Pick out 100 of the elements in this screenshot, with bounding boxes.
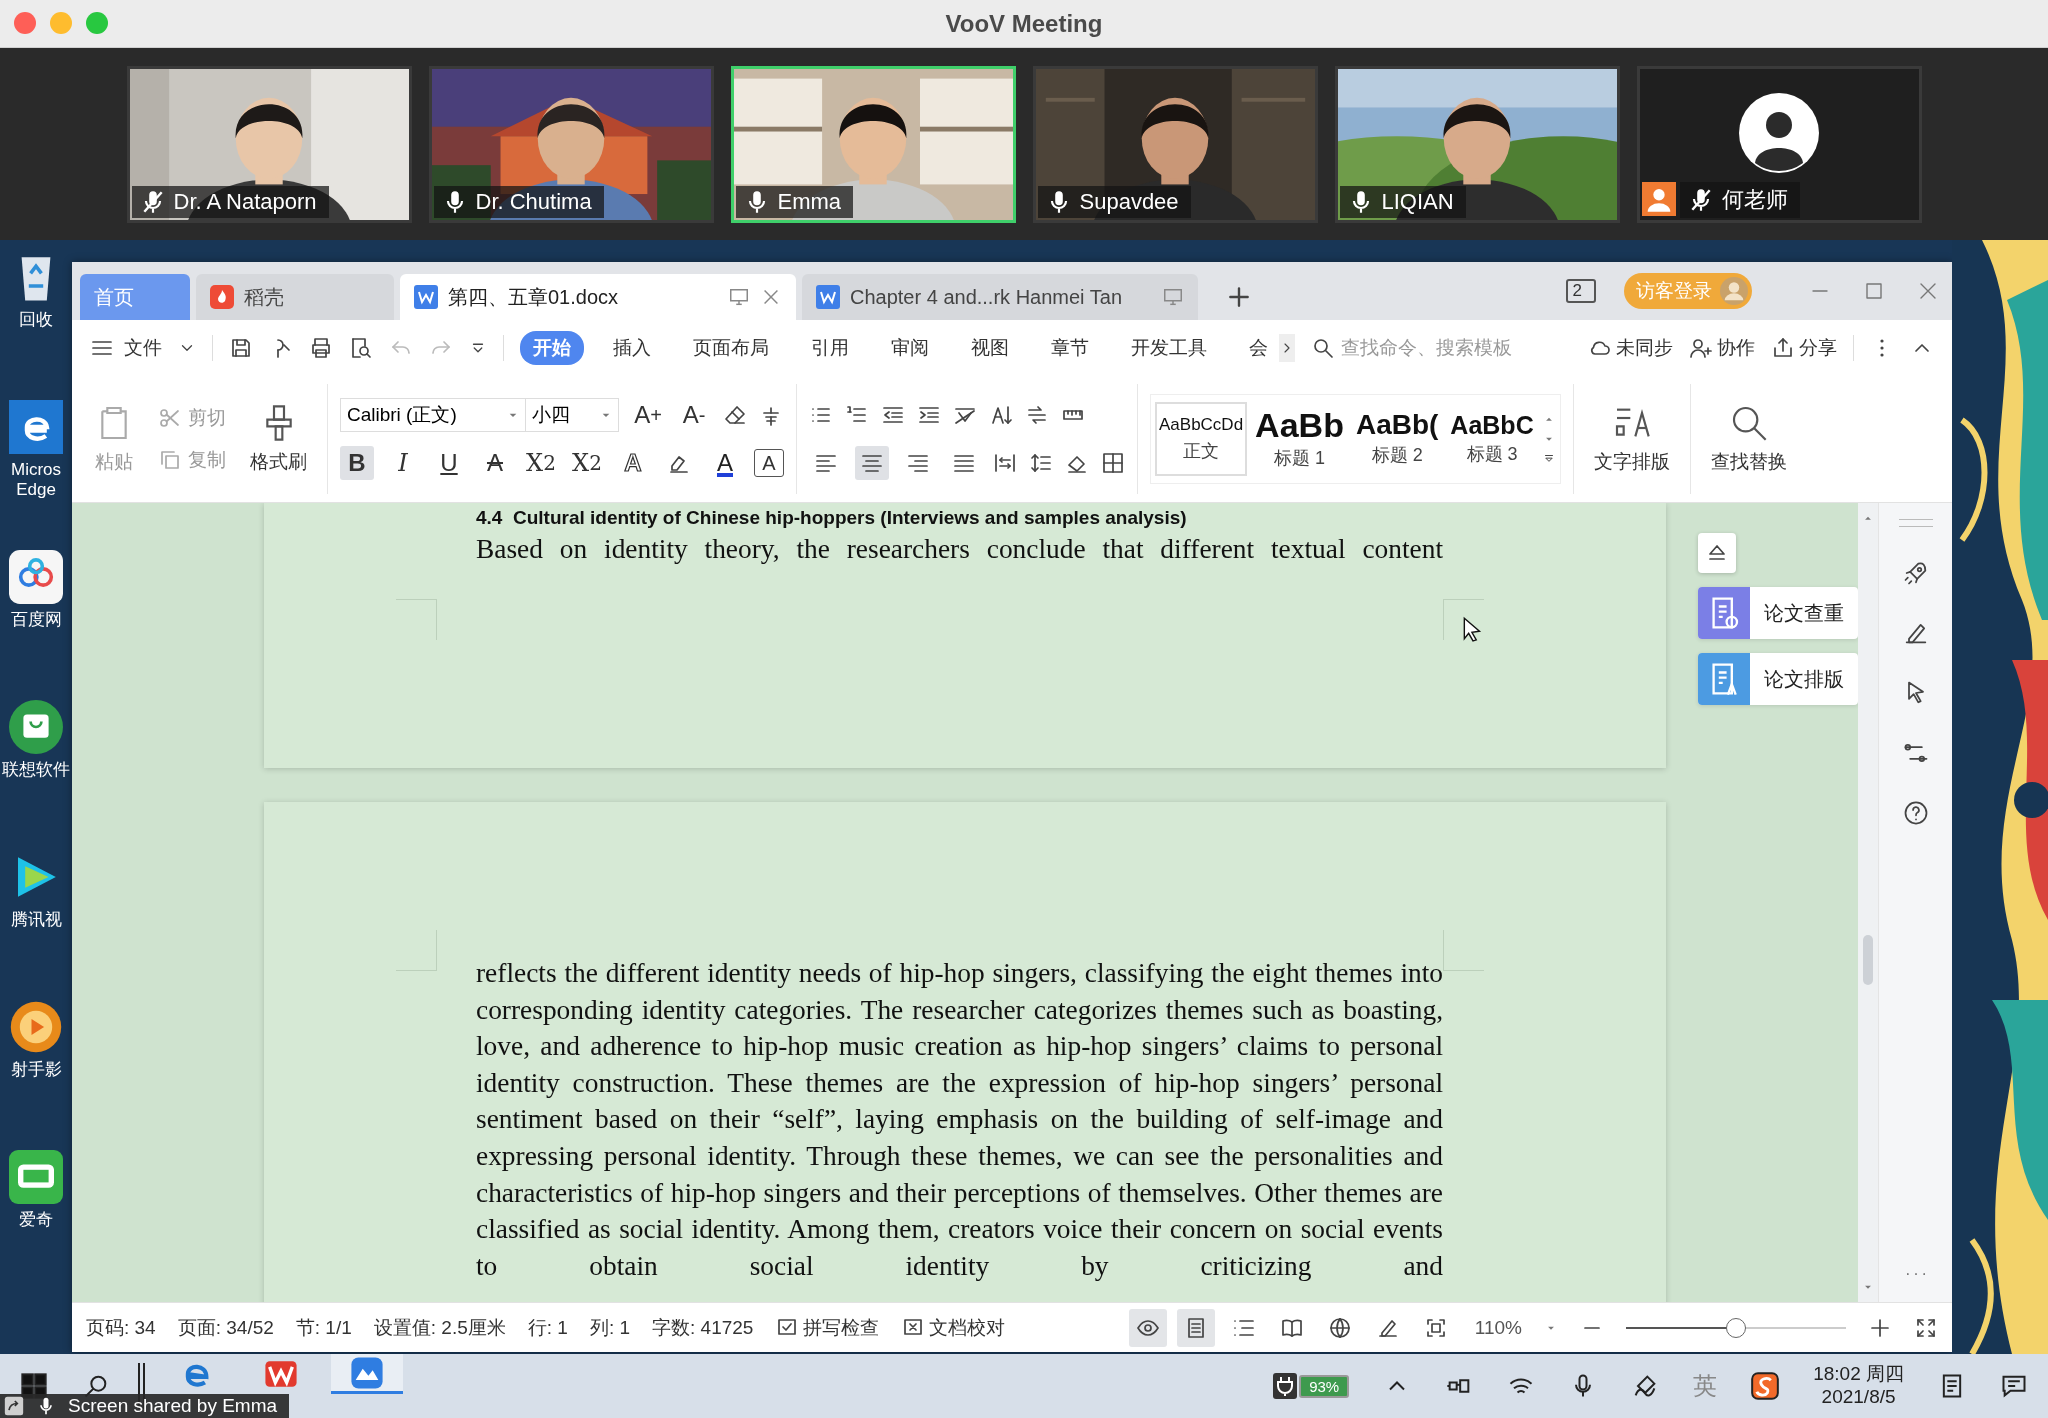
status-item: 字数: 41725 — [652, 1315, 754, 1340]
font-family-field[interactable]: Calibri (正文) — [340, 398, 526, 432]
find-replace-button[interactable]: 查找替换 — [1702, 384, 1795, 494]
preview-icon[interactable] — [349, 336, 373, 360]
desktop-shortcut[interactable]: 回收 — [0, 250, 72, 400]
scroll-thumb[interactable] — [1863, 935, 1873, 985]
format-button[interactable]: A — [478, 446, 512, 480]
format-button[interactable]: B — [340, 446, 374, 480]
format-button[interactable]: I — [386, 446, 420, 480]
participant-tile[interactable]: 何老师 — [1636, 65, 1922, 223]
status-item: 列: 1 — [589, 1315, 631, 1340]
participant-tile[interactable]: Emma — [730, 65, 1016, 223]
vertical-scrollbar[interactable] — [1858, 503, 1878, 1302]
ribbon-tab[interactable]: 插入 — [600, 331, 664, 365]
format-button[interactable]: A — [708, 446, 742, 480]
ribbon-tab[interactable]: 会 — [1236, 331, 1281, 365]
shortcut-label: Micros Edge — [9, 460, 63, 500]
side-action-button[interactable]: 论文排版 — [1698, 653, 1858, 705]
avatar-icon — [1739, 92, 1819, 173]
close-button[interactable] — [14, 12, 36, 34]
share-button[interactable]: 分享 — [1771, 335, 1837, 361]
zoom-dropdown[interactable]: 110% — [1474, 1316, 1522, 1339]
participant-tile[interactable]: LIQIAN — [1334, 65, 1620, 223]
format-painter-button[interactable]: 格式刷 — [242, 403, 315, 475]
cloud-app-icon — [9, 550, 63, 604]
avatar-icon — [1720, 277, 1748, 305]
bag-app-icon — [9, 700, 63, 754]
taskbar-app[interactable] — [331, 1354, 403, 1394]
spell-check-button[interactable]: 拼写检查 — [775, 1314, 880, 1341]
command-search-field[interactable]: 查找命令、搜索模板 — [1311, 336, 1531, 360]
edge-app-icon — [9, 400, 63, 454]
proofread-button[interactable]: 文档校对 — [901, 1314, 1006, 1341]
participant-tile[interactable]: Dr. Chutima — [428, 65, 714, 223]
ribbon-tab[interactable]: 开始 — [520, 331, 584, 365]
para-icon[interactable] — [1025, 403, 1049, 427]
page-icon[interactable] — [1176, 1308, 1215, 1347]
distrib-icon[interactable] — [993, 451, 1017, 475]
tv-app-icon — [9, 1150, 63, 1204]
font-size-field[interactable]: 小四 — [525, 398, 619, 432]
document-tab[interactable]: Chapter 4 and...rk Hanmei Tan — [802, 274, 1198, 320]
grip-handle[interactable] — [1898, 519, 1933, 527]
margin-mark — [1443, 930, 1484, 971]
participant-name: 何老师 — [1679, 181, 1800, 218]
participant-tile[interactable]: Dr. A Nataporn — [126, 65, 412, 223]
desktop-shortcut[interactable]: 百度网 — [0, 550, 72, 700]
status-item: 节: 1/1 — [295, 1315, 352, 1340]
flame-icon — [210, 285, 234, 309]
search-icon — [1311, 336, 1335, 360]
ribbon-tab[interactable]: 页面布局 — [680, 331, 782, 365]
collapse-button[interactable] — [1698, 533, 1736, 573]
side-action-button[interactable]: 论文查重 — [1698, 587, 1858, 639]
style-option[interactable]: AaBbCcDd 正文 — [1155, 402, 1248, 476]
shortcut-label: 百度网 — [9, 610, 63, 630]
style-option[interactable]: AaBb( 标题 2 — [1351, 402, 1443, 476]
spacing-icon[interactable] — [1029, 451, 1053, 475]
section-heading: 4.4 Cultural identity of Chinese hip-hoppers (Interviews and samples analysis) — [476, 506, 1188, 530]
desktop-shortcut[interactable]: 射手影 — [0, 1000, 72, 1150]
format-button[interactable]: A — [754, 449, 784, 477]
participant-name: Emma — [735, 185, 854, 218]
ribbon-tab[interactable]: 审阅 — [878, 331, 942, 365]
status-item: 设置值: 2.5厘米 — [373, 1315, 506, 1340]
ribbon-tab[interactable]: 章节 — [1038, 331, 1102, 365]
desktop-shortcut[interactable]: 联想软件 — [0, 700, 72, 850]
status-item: 页码: 34 — [86, 1315, 156, 1340]
ribbon-tab[interactable]: 引用 — [798, 331, 862, 365]
format-button[interactable]: U — [432, 446, 466, 480]
desktop-shortcut[interactable]: 腾讯视 — [0, 850, 72, 1000]
scissors-icon — [158, 406, 182, 430]
print-icon[interactable] — [309, 336, 333, 360]
margin-mark — [396, 930, 437, 971]
style-option[interactable]: AaBb 标题 1 — [1251, 402, 1348, 476]
desktop-shortcut[interactable]: 爱奇 — [0, 1150, 72, 1300]
body-paragraph: reflects the different identity needs of hip-hop singers, classifying the eight themes into corresponding identity categories. The researcher categorizes themes such as boasting, love, and adherence to hip-hop music creation as hip-hop singers’ claims to personal identity construction. These themes are the expression of hip-hop singers’ personal sentiment based on their “self”, laying emphasis on the building of self-image and expressing personal identity. Through these themes, we can see the personalities and characteristics of hip-hop singers and their perceptions of themselves. Other themes are classified as social identity. Among them, creators voice their concern on social events to obtain social identity by criticizing and — [476, 957, 1443, 1283]
eraser-icon[interactable] — [723, 403, 747, 427]
sync-status-button[interactable]: 未同步 — [1588, 335, 1673, 361]
border-icon[interactable] — [1101, 451, 1125, 475]
eye-icon[interactable] — [1128, 1308, 1167, 1347]
ribbon-tab[interactable]: 开发工具 — [1118, 331, 1220, 365]
participant-name: Dr. Chutima — [433, 185, 604, 218]
collaborate-button[interactable]: 协作 — [1689, 335, 1755, 361]
shortcut-label: 回收 — [18, 310, 54, 330]
body-paragraph: Based on identity theory, the researchers conclude that different textual content — [476, 533, 1443, 566]
desktop-shortcut[interactable]: Micros Edge — [0, 400, 72, 550]
document-tab[interactable]: 稻壳 — [196, 274, 394, 320]
participant-tile[interactable]: Supavdee — [1032, 65, 1318, 223]
sortdown-icon[interactable] — [989, 403, 1013, 427]
align-icon[interactable] — [855, 446, 889, 480]
ribbon-tab[interactable]: 视图 — [958, 331, 1022, 365]
new-tab-icon[interactable] — [1226, 284, 1252, 310]
save-icon[interactable] — [229, 336, 253, 360]
clock[interactable]: 18:02 周四 2021/8/5 — [1813, 1363, 1904, 1409]
format-button[interactable]: A — [616, 446, 650, 480]
document-tab[interactable]: 第四、五章01.docx — [400, 274, 796, 320]
file-menu[interactable]: 文件 — [124, 335, 162, 361]
sogou-icon[interactable] — [1751, 1372, 1780, 1400]
text-layout-button[interactable]: 文字排版 — [1585, 384, 1678, 494]
window-count[interactable]: 2 — [1565, 279, 1596, 303]
style-option[interactable]: AaBbC 标题 3 — [1446, 402, 1538, 476]
disc-app-icon — [9, 1000, 63, 1054]
participant-name: Dr. A Nataporn — [131, 185, 329, 218]
